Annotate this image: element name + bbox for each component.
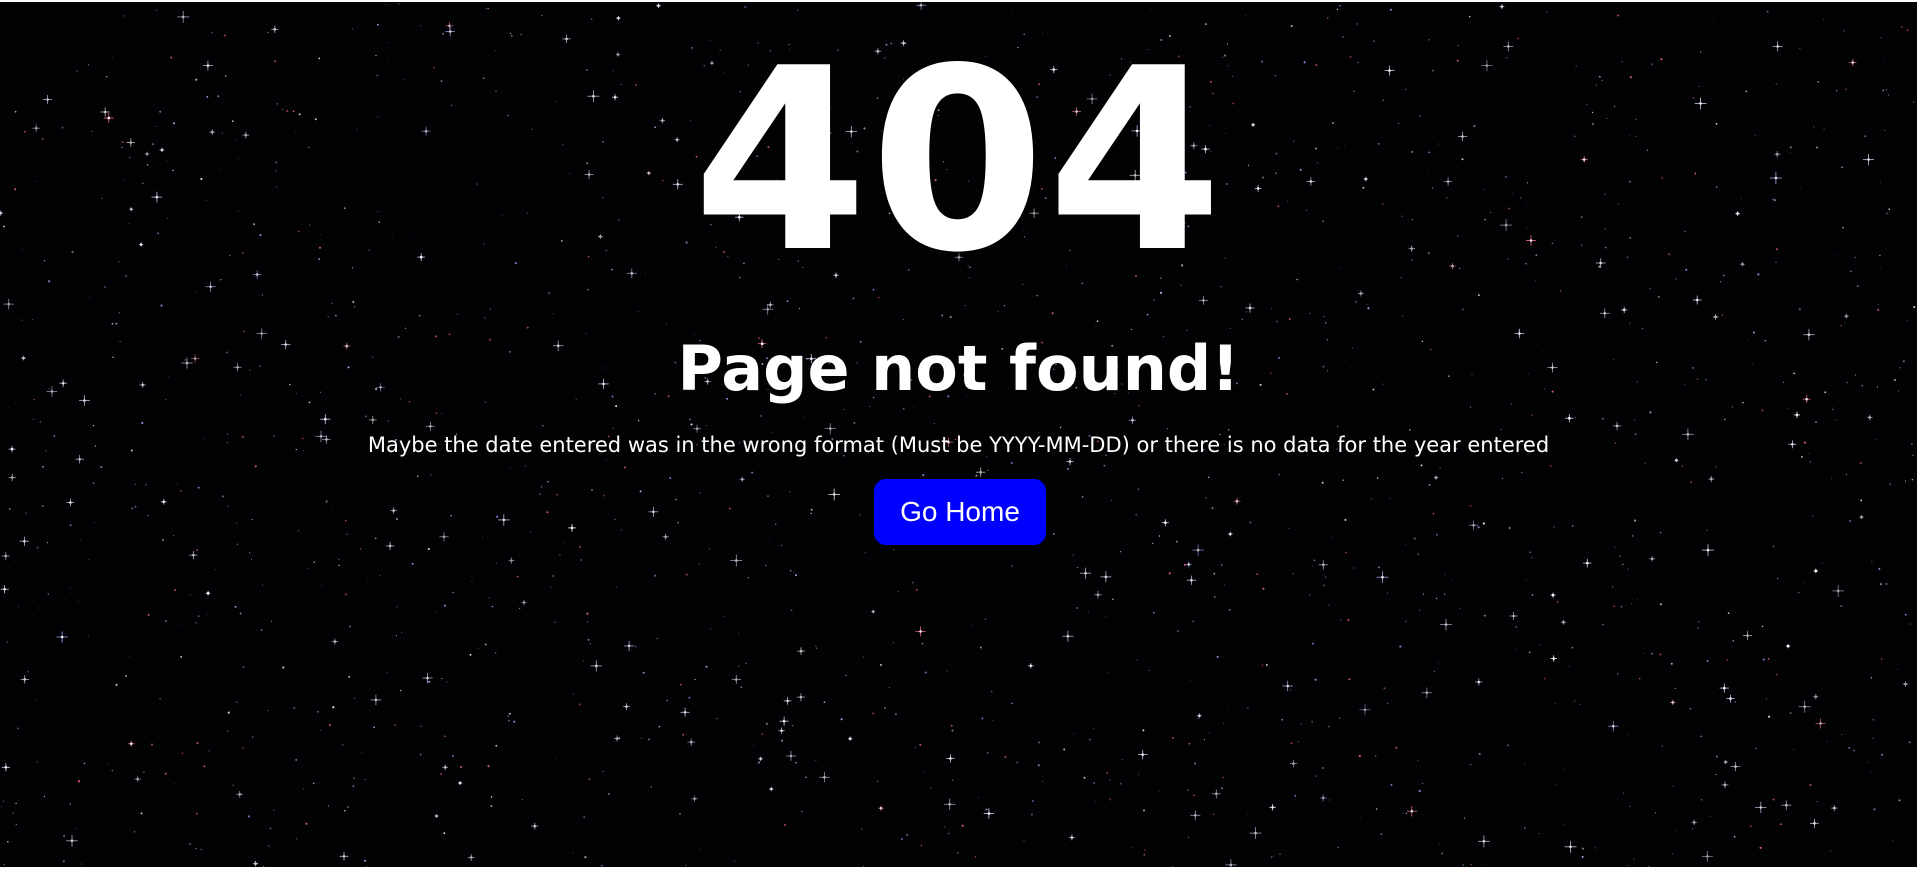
error-message: Maybe the date entered was in the wrong … — [367, 433, 1550, 457]
not-found-content: 404 Page not found! Maybe the date enter… — [0, 2, 1917, 867]
page-title: Page not found! — [677, 332, 1240, 405]
error-code: 404 — [692, 15, 1225, 308]
starry-background: 404 Page not found! Maybe the date enter… — [0, 2, 1917, 867]
go-home-button[interactable]: Go Home — [874, 479, 1046, 545]
